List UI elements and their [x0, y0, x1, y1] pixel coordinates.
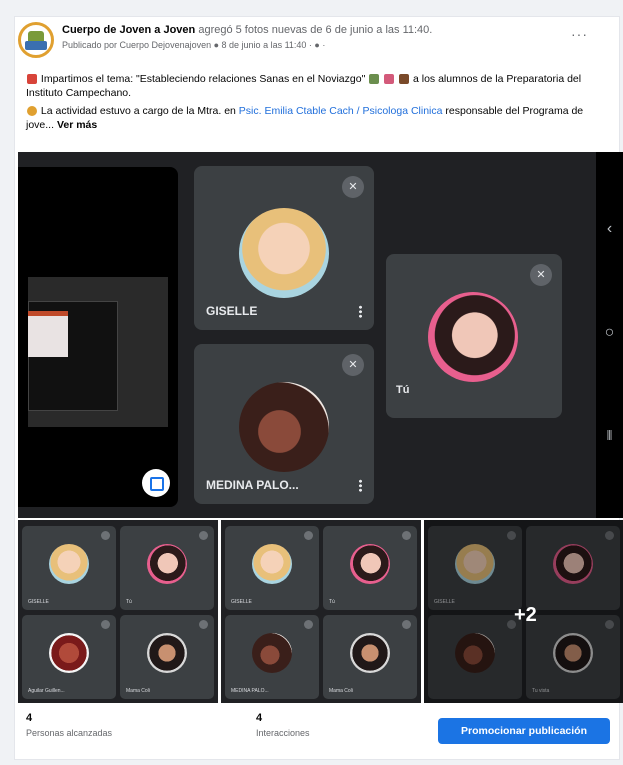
main-photo[interactable]: ✕ GISELLE ✕ MEDINA PALO... ✕ Tú ‹ ○ ⦀	[18, 152, 623, 518]
avatar	[428, 292, 518, 382]
mini-tile: Aguilar Guillen...	[22, 615, 116, 699]
mini-tile: GISELLE	[225, 526, 319, 610]
engagement-stat[interactable]: 4 Interacciones	[256, 712, 310, 738]
photo-thumbnails: GISELLE Tú Aguilar Guillen... Mama Coli …	[18, 520, 623, 703]
thumbnail-photo-1[interactable]: GISELLE Tú Aguilar Guillen... Mama Coli	[18, 520, 218, 703]
more-options-button[interactable]: ···	[571, 26, 588, 42]
nav-home-icon: ○	[604, 324, 615, 341]
avatar	[252, 544, 292, 584]
post-paragraph-2: La actividad estuvo a cargo de la Mtra. …	[26, 105, 584, 131]
post-insights: 4 Personas alcanzadas 4 Interacciones Pr…	[18, 712, 618, 754]
engagement-label: Interacciones	[256, 728, 310, 738]
promote-post-button[interactable]: Promocionar publicación	[438, 718, 610, 744]
avatar	[252, 633, 292, 673]
page-avatar[interactable]	[18, 22, 54, 58]
kebab-icon	[359, 479, 362, 492]
mic-off-icon: ✕	[342, 176, 364, 198]
mini-tile: Mama Coli	[323, 615, 417, 699]
post-header: Cuerpo de Joven a Joven agregó 5 fotos n…	[18, 22, 588, 62]
reach-stat[interactable]: 4 Personas alcanzadas	[26, 712, 112, 738]
kebab-icon	[359, 305, 362, 318]
expand-icon[interactable]	[142, 469, 170, 497]
mic-off-icon: ✕	[342, 354, 364, 376]
post-action-text: agregó 5 fotos nuevas de 6 de junio a la…	[198, 24, 433, 36]
post-paragraph-1: Impartimos el tema: "Estableciendo relac…	[26, 73, 582, 99]
nav-back-icon: ‹	[606, 220, 613, 237]
reach-label: Personas alcanzadas	[26, 728, 113, 738]
thumbnail-photo-3[interactable]: GISELLE Tu vista +2	[424, 520, 623, 703]
avatar	[49, 544, 89, 584]
mini-tile: Tú	[120, 526, 214, 610]
avatar	[239, 382, 329, 472]
reach-count: 4	[26, 712, 33, 724]
post-body: Impartimos el tema: "Estableciendo relac…	[26, 72, 606, 136]
participant-tile-self: ✕ Tú	[386, 254, 562, 418]
mini-tile: Tú	[323, 526, 417, 610]
avatar	[239, 208, 329, 298]
engagement-count: 4	[256, 712, 263, 724]
avatar	[147, 544, 187, 584]
shared-screen-content	[28, 277, 168, 427]
nav-recent-icon: ⦀	[606, 428, 613, 443]
avatar	[147, 633, 187, 673]
avatar	[350, 544, 390, 584]
mic-off-icon: ✕	[530, 264, 552, 286]
thumbnail-photo-2[interactable]: GISELLE Tú MEDINA PALO... Mama Coli	[221, 520, 421, 703]
mini-tile: Mama Coli	[120, 615, 214, 699]
document-titlebar	[28, 311, 68, 316]
participant-name: MEDINA PALO...	[206, 478, 299, 492]
see-more-link[interactable]: Ver más	[57, 119, 97, 131]
android-nav-bar: ‹ ○ ⦀	[596, 152, 623, 518]
participant-name: GISELLE	[206, 304, 258, 318]
mini-tile: GISELLE	[22, 526, 116, 610]
tagged-person-link[interactable]: Psic. Emilia Ctable Cach / Psicologa Cli…	[239, 105, 443, 117]
woman-emoji-icon	[27, 106, 37, 117]
more-photos-count[interactable]: +2	[514, 604, 537, 627]
participant-tile-giselle: ✕ GISELLE	[194, 166, 374, 330]
logo-book-icon	[25, 41, 47, 50]
couple-emoji-icon	[369, 74, 380, 85]
pin-emoji-icon	[27, 74, 37, 85]
shared-document	[28, 311, 68, 357]
participant-tile-medina: ✕ MEDINA PALO...	[194, 344, 374, 504]
avatar	[350, 633, 390, 673]
post-meta[interactable]: Publicado por Cuerpo Dejovenajoven ● 8 d…	[62, 40, 325, 50]
book-emoji-icon	[384, 74, 395, 85]
briefcase-emoji-icon	[399, 74, 410, 85]
post-author-line: Cuerpo de Joven a Joven agregó 5 fotos n…	[62, 24, 562, 36]
avatar	[49, 633, 89, 673]
participant-name: Tú	[396, 384, 410, 396]
mini-tile: MEDINA PALO...	[225, 615, 319, 699]
screen-share-tile	[18, 167, 178, 507]
page-name-link[interactable]: Cuerpo de Joven a Joven	[62, 24, 195, 36]
